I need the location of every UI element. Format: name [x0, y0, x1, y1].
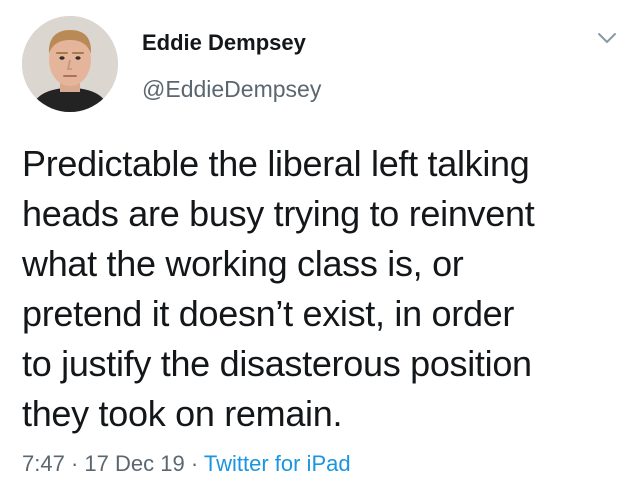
- tweet-text-line: pretend it doesn’t exist, in order: [22, 293, 515, 334]
- tweet-card: Eddie Dempsey @EddieDempsey Predictable …: [0, 0, 644, 500]
- tweet-meta: 7:47 · 17 Dec 19 · Twitter for iPad: [22, 451, 351, 477]
- author-display-name[interactable]: Eddie Dempsey: [142, 30, 306, 56]
- author-handle[interactable]: @EddieDempsey: [142, 76, 321, 103]
- avatar[interactable]: [22, 16, 118, 112]
- tweet-text-line: heads are busy trying to reinvent: [22, 193, 535, 234]
- tweet-source-link[interactable]: Twitter for iPad: [204, 451, 351, 476]
- tweet-text: Predictable the liberal left talking hea…: [22, 139, 632, 439]
- tweet-date[interactable]: 17 Dec 19: [84, 451, 184, 476]
- meta-separator: ·: [190, 451, 199, 476]
- tweet-time[interactable]: 7:47: [22, 451, 65, 476]
- tweet-text-line: to justify the disasterous position: [22, 343, 532, 384]
- profile-photo-icon: [22, 16, 118, 112]
- meta-separator: ·: [70, 451, 79, 476]
- tweet-text-line: what the working class is, or: [22, 243, 464, 284]
- tweet-text-line: Predictable the liberal left talking: [22, 143, 530, 184]
- chevron-down-icon[interactable]: [596, 30, 618, 46]
- tweet-text-line: they took on remain.: [22, 393, 343, 434]
